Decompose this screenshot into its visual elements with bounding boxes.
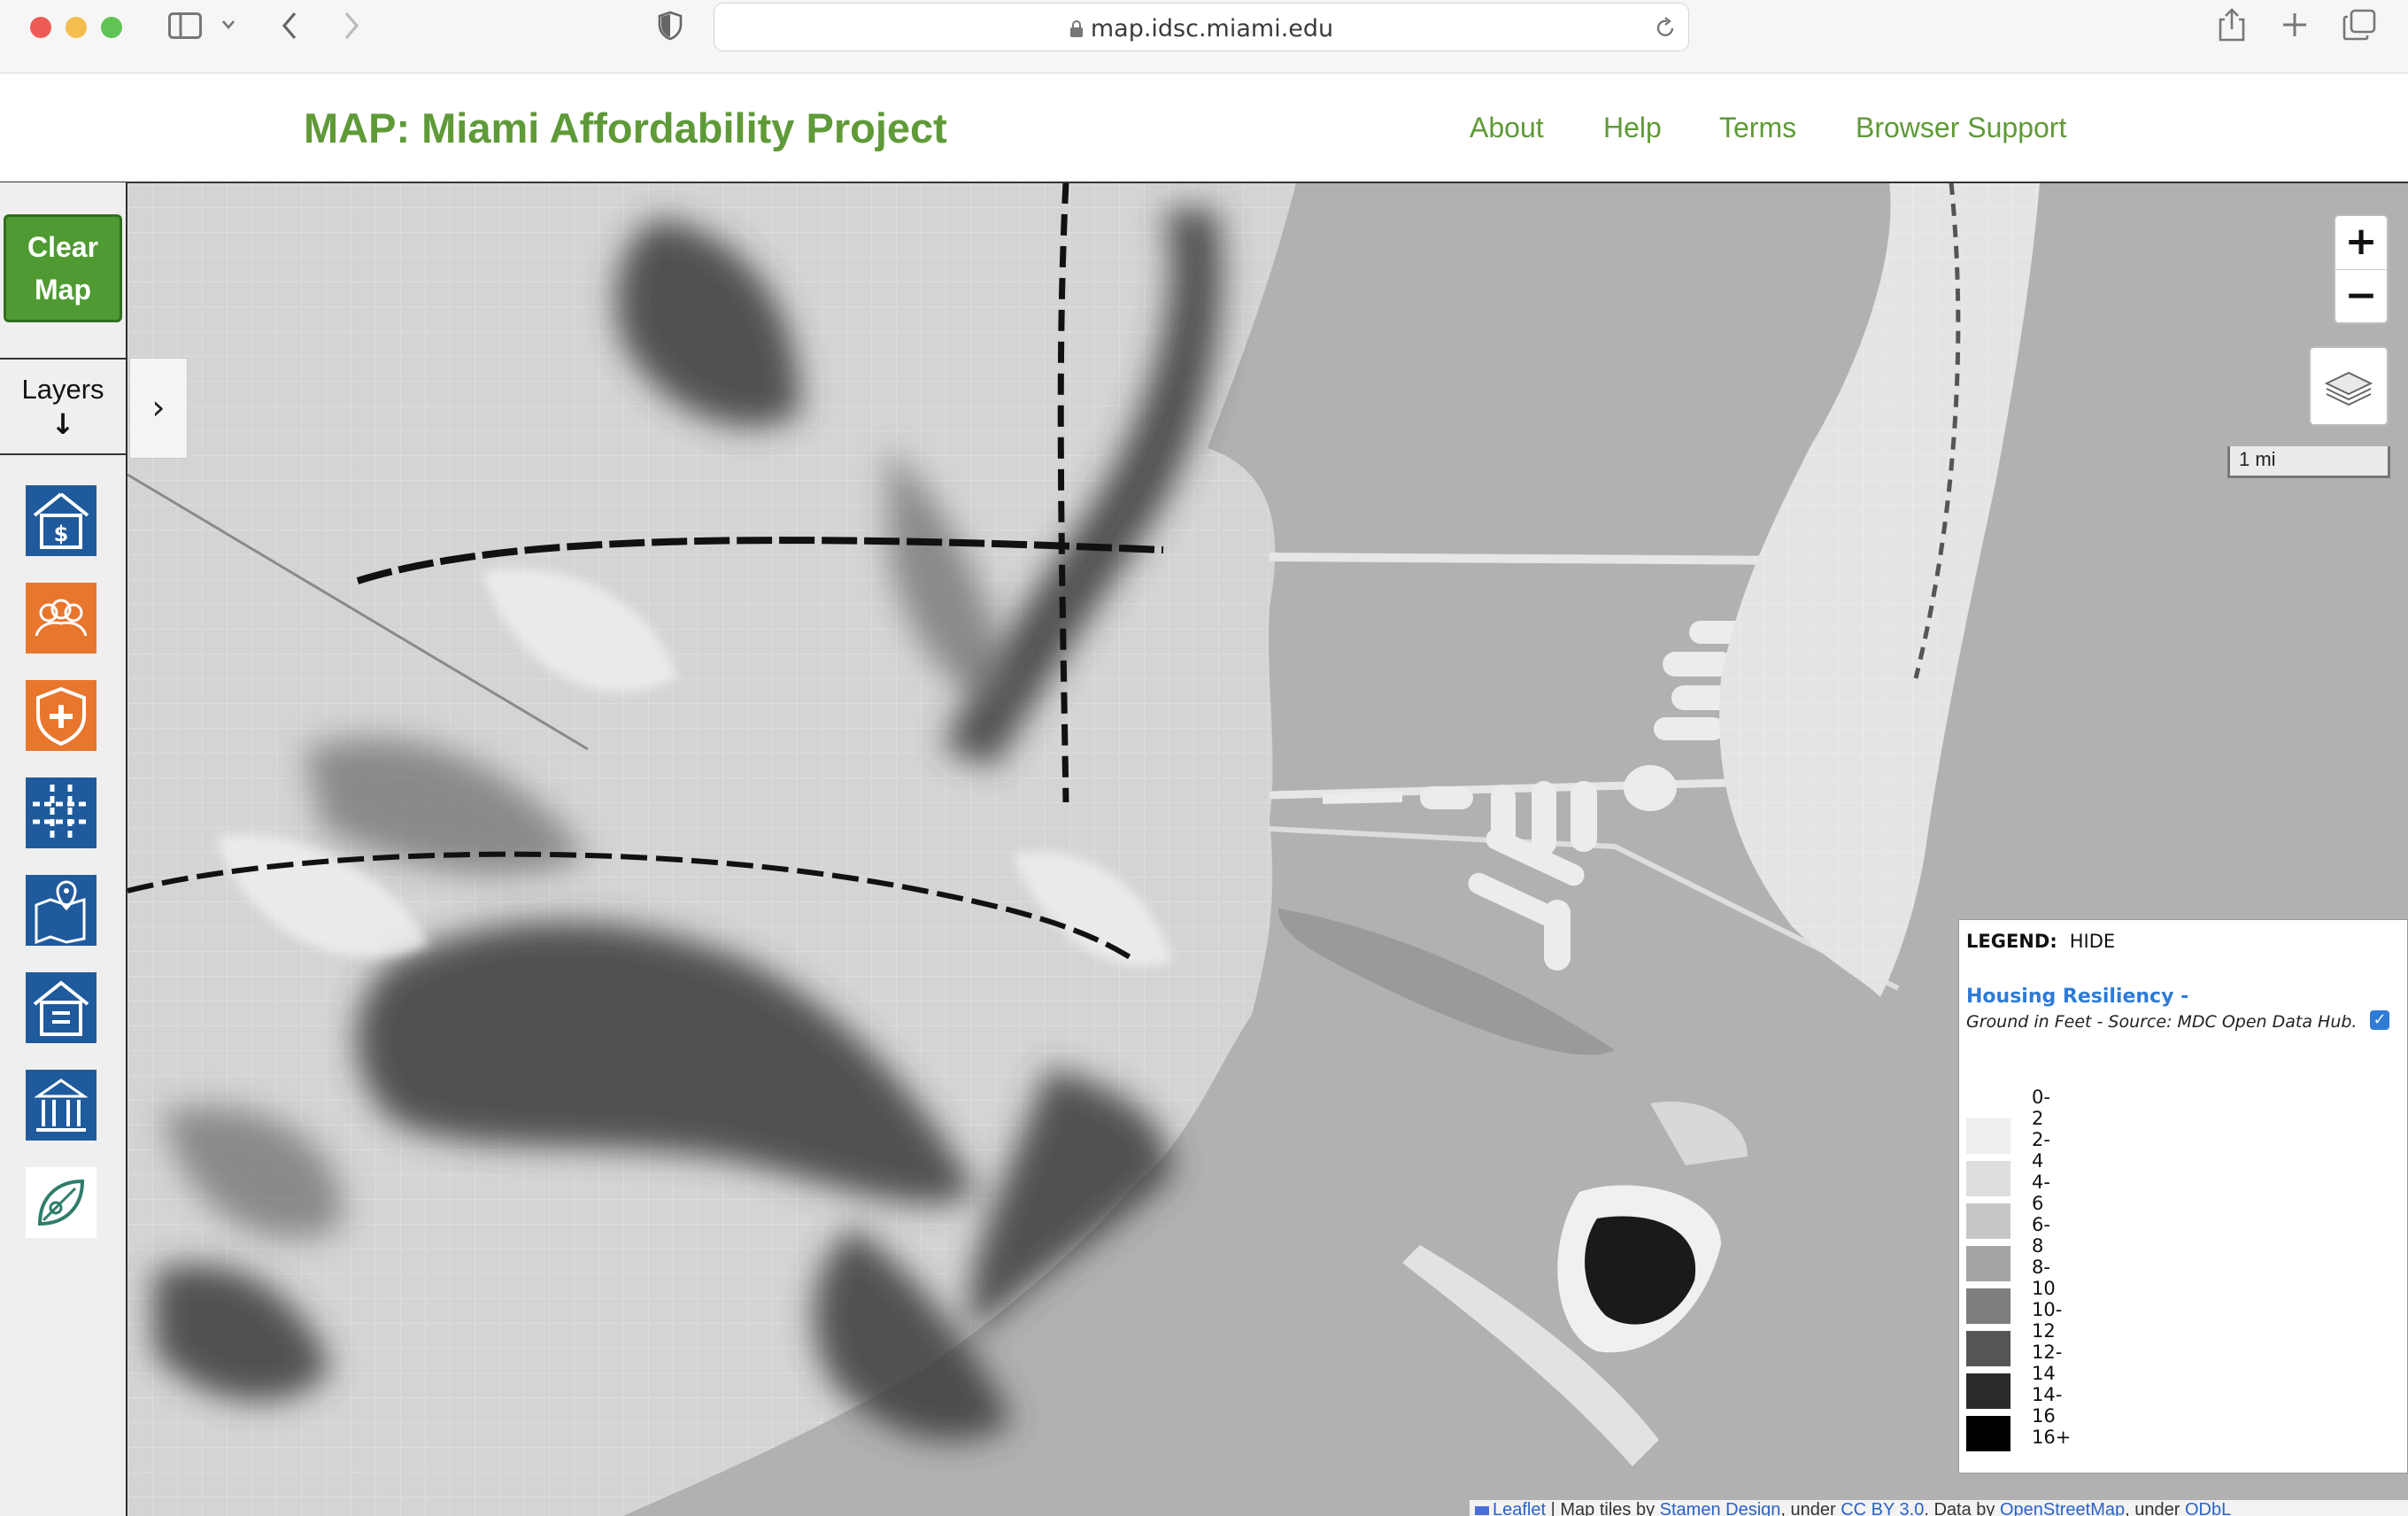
new-tab-icon[interactable] (2281, 11, 2309, 39)
legend-label: 2-4 (2032, 1129, 2050, 1172)
legend-label: 12-14 (2032, 1342, 2063, 1384)
people-group-icon[interactable] (26, 583, 96, 654)
legend-label: 16+ (2032, 1427, 2072, 1448)
sidebar-toggle-icon[interactable] (168, 12, 202, 39)
legend-swatch (1966, 1331, 2011, 1366)
environment-leaf-icon[interactable] (26, 1167, 96, 1238)
nav-browser-support[interactable]: Browser Support (1856, 112, 2066, 144)
attribution-text: . Data by (1924, 1500, 2000, 1516)
clear-map-button[interactable]: Clear Map (4, 214, 122, 322)
legend-layer-subtitle: Ground in Feet - Source: MDC Open Data H… (1966, 1012, 2358, 1032)
legend-layer-title[interactable]: Housing Resiliency - (1966, 986, 2188, 1008)
zoom-control: + − (2334, 214, 2389, 324)
civic-building-icon[interactable] (26, 1070, 96, 1141)
layers-label: Layers (21, 374, 104, 405)
legend-swatch (1966, 1373, 2011, 1409)
scale-bar: 1 mi (2227, 446, 2390, 478)
layer-sidebar: Clear Map Layers ↓ $ (0, 182, 127, 1516)
leaflet-link[interactable]: Leaflet (1493, 1500, 1546, 1516)
legend-label: 14-16 (2032, 1384, 2063, 1427)
layer-visibility-checkbox[interactable]: ✓ (2370, 1010, 2389, 1030)
legend-swatch (1966, 1416, 2011, 1451)
layers-toggle[interactable]: Layers ↓ (0, 358, 126, 455)
legend-swatch (1966, 1076, 2011, 1111)
legend-swatch (1966, 1118, 2011, 1154)
map-attribution: Leaflet | Map tiles by Stamen Design, un… (1470, 1500, 2408, 1516)
chevron-right-icon: › (151, 388, 166, 427)
minimize-window-button[interactable] (66, 17, 87, 38)
legend-panel: LEGEND: HIDE Housing Resiliency - Ground … (1958, 919, 2408, 1473)
city-map-pin-icon[interactable] (26, 875, 96, 946)
share-icon[interactable] (2217, 7, 2247, 43)
address-bar[interactable]: map.idsc.miami.edu (714, 3, 1689, 51)
attribution-text: , under (2125, 1500, 2185, 1516)
legend-label: 10-12 (2032, 1299, 2063, 1342)
odbl-link[interactable]: ODbL (2185, 1500, 2231, 1516)
stacked-layers-icon (2324, 371, 2373, 406)
legend-label: 0-2 (2032, 1087, 2050, 1129)
reload-icon[interactable] (1655, 16, 1676, 39)
legend-label: 6-8 (2032, 1214, 2050, 1257)
browser-toolbar: map.idsc.miami.edu (0, 0, 2408, 73)
legend-hide-toggle[interactable]: HIDE (2070, 931, 2115, 952)
close-window-button[interactable] (30, 17, 51, 38)
zoom-out-button[interactable]: − (2335, 270, 2387, 323)
svg-text:$: $ (54, 522, 69, 546)
attribution-text: , under (1780, 1500, 1841, 1516)
forward-icon[interactable] (342, 11, 361, 41)
legend-swatch (1966, 1161, 2011, 1196)
chevron-down-icon[interactable] (221, 19, 235, 30)
osm-link[interactable]: OpenStreetMap (2000, 1500, 2125, 1516)
privacy-shield-icon[interactable] (658, 11, 683, 41)
zoom-in-button[interactable]: + (2335, 216, 2387, 270)
nav-terms[interactable]: Terms (1719, 112, 1796, 144)
nav-help[interactable]: Help (1603, 112, 1662, 144)
legend-label: 8-10 (2032, 1257, 2056, 1299)
lock-icon (1069, 20, 1083, 37)
legend-swatch (1966, 1288, 2011, 1324)
legend-header: LEGEND: (1966, 931, 2057, 952)
cc-by-link[interactable]: CC BY 3.0 (1841, 1500, 1924, 1516)
site-title[interactable]: MAP: Miami Affordability Project (304, 104, 947, 152)
legend-swatch (1966, 1246, 2011, 1281)
public-housing-icon[interactable] (26, 972, 96, 1043)
nav-about[interactable]: About (1470, 112, 1544, 144)
maximize-window-button[interactable] (101, 17, 122, 38)
legend-swatch (1966, 1203, 2011, 1239)
site-header: MAP: Miami Affordability Project About H… (0, 73, 2408, 183)
legend-label: 4-6 (2032, 1172, 2050, 1214)
back-icon[interactable] (280, 11, 299, 41)
arrow-down-icon: ↓ (50, 407, 75, 441)
stamen-link[interactable]: Stamen Design (1660, 1500, 1781, 1516)
grid-transit-icon[interactable] (26, 777, 96, 848)
tab-overview-icon[interactable] (2342, 9, 2376, 41)
attribution-text: | Map tiles by (1546, 1500, 1660, 1516)
expand-panel-button[interactable]: › (129, 358, 188, 459)
layers-control-button[interactable] (2309, 346, 2389, 426)
url-text: map.idsc.miami.edu (1090, 15, 1334, 43)
house-dollar-icon[interactable]: $ (26, 485, 96, 556)
health-shield-icon[interactable] (26, 680, 96, 751)
leaflet-flag-icon (1475, 1506, 1489, 1515)
